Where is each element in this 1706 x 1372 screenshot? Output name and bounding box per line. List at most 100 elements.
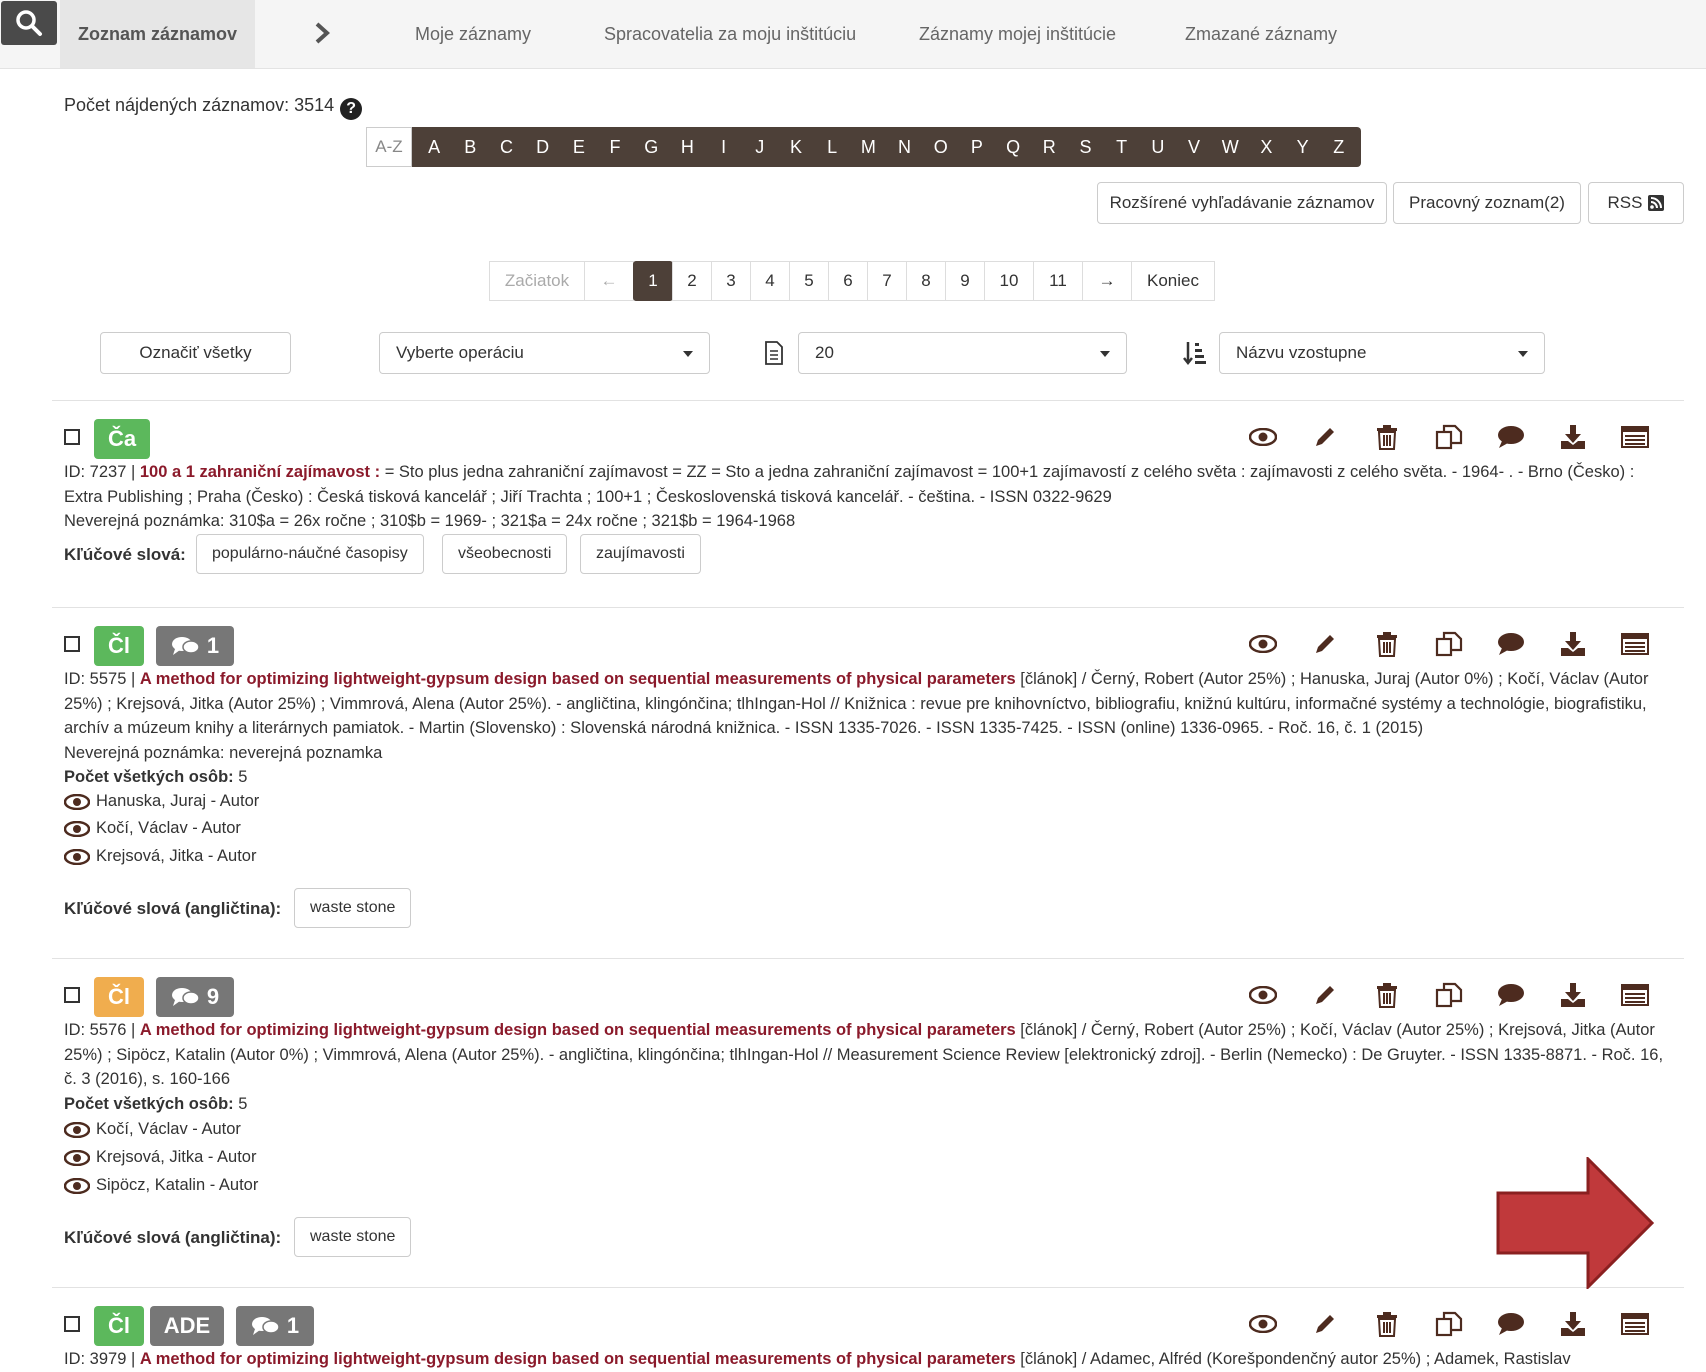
tab-institution-records[interactable]: Záznamy mojej inštitúcie bbox=[919, 24, 1116, 45]
alphabet-letter-g[interactable]: G bbox=[633, 127, 669, 167]
comment-icon[interactable] bbox=[1480, 980, 1542, 1010]
keyword-tag[interactable]: waste stone bbox=[294, 888, 412, 928]
keyword-tag[interactable]: waste stone bbox=[294, 1217, 412, 1257]
alphabet-letter-d[interactable]: D bbox=[525, 127, 561, 167]
record-checkbox[interactable] bbox=[64, 636, 80, 652]
eye-icon[interactable] bbox=[1232, 422, 1294, 452]
alphabet-letter-w[interactable]: W bbox=[1212, 127, 1248, 167]
search-button[interactable] bbox=[1, 1, 57, 45]
trash-icon[interactable] bbox=[1356, 629, 1418, 659]
alphabet-letter-c[interactable]: C bbox=[488, 127, 524, 167]
keyword-tag[interactable]: zaujímavosti bbox=[580, 534, 701, 574]
pencil-icon[interactable] bbox=[1294, 980, 1356, 1010]
alphabet-letter-v[interactable]: V bbox=[1176, 127, 1212, 167]
pager-end[interactable]: Koniec bbox=[1131, 261, 1215, 301]
alphabet-all-button[interactable]: A-Z bbox=[366, 127, 412, 167]
record-checkbox[interactable] bbox=[64, 429, 80, 445]
alphabet-letter-j[interactable]: J bbox=[742, 127, 778, 167]
trash-icon[interactable] bbox=[1356, 422, 1418, 452]
pencil-icon[interactable] bbox=[1294, 629, 1356, 659]
select-all-button[interactable]: Označiť všetky bbox=[100, 332, 291, 374]
alphabet-letter-o[interactable]: O bbox=[923, 127, 959, 167]
comments-badge[interactable]: 9 bbox=[156, 977, 234, 1017]
rss-button[interactable]: RSS bbox=[1588, 182, 1684, 224]
copy-icon[interactable] bbox=[1418, 422, 1480, 452]
download-icon[interactable] bbox=[1542, 980, 1604, 1010]
help-icon[interactable]: ? bbox=[340, 98, 363, 120]
alphabet-letter-b[interactable]: B bbox=[452, 127, 488, 167]
alphabet-letter-s[interactable]: S bbox=[1067, 127, 1103, 167]
pager-page-2[interactable]: 2 bbox=[672, 261, 712, 301]
record-checkbox[interactable] bbox=[64, 1316, 80, 1332]
worklist-button[interactable]: Pracovný zoznam(2) bbox=[1393, 182, 1581, 224]
person-item[interactable]: Sipöcz, Katalin - Autor bbox=[64, 1176, 258, 1195]
alphabet-letter-u[interactable]: U bbox=[1140, 127, 1176, 167]
pager-start[interactable]: Začiatok bbox=[489, 261, 585, 301]
list-icon[interactable] bbox=[1604, 980, 1666, 1010]
person-item[interactable]: Kočí, Václav - Autor bbox=[64, 819, 241, 838]
download-icon[interactable] bbox=[1542, 422, 1604, 452]
pager-page-8[interactable]: 8 bbox=[906, 261, 946, 301]
pager-page-6[interactable]: 6 bbox=[828, 261, 868, 301]
list-icon[interactable] bbox=[1604, 422, 1666, 452]
alphabet-letter-z[interactable]: Z bbox=[1321, 127, 1357, 167]
comment-icon[interactable] bbox=[1480, 422, 1542, 452]
alphabet-letter-m[interactable]: M bbox=[850, 127, 886, 167]
record-title[interactable]: A method for optimizing lightweight-gyps… bbox=[140, 670, 1016, 688]
alphabet-letter-k[interactable]: K bbox=[778, 127, 814, 167]
pager-page-7[interactable]: 7 bbox=[867, 261, 907, 301]
alphabet-letter-h[interactable]: H bbox=[669, 127, 705, 167]
eye-icon[interactable] bbox=[1232, 980, 1294, 1010]
list-icon[interactable] bbox=[1604, 629, 1666, 659]
pager-prev[interactable]: ← bbox=[584, 261, 634, 301]
alphabet-letter-x[interactable]: X bbox=[1248, 127, 1284, 167]
pager-page-4[interactable]: 4 bbox=[750, 261, 790, 301]
alphabet-letter-n[interactable]: N bbox=[886, 127, 922, 167]
tab-deleted-records[interactable]: Zmazané záznamy bbox=[1185, 24, 1337, 45]
person-item[interactable]: Krejsová, Jitka - Autor bbox=[64, 847, 256, 866]
record-title[interactable]: A method for optimizing lightweight-gyps… bbox=[140, 1350, 1016, 1368]
tab-record-list[interactable]: Zoznam záznamov bbox=[60, 0, 255, 68]
pager-page-1[interactable]: 1 bbox=[633, 261, 673, 301]
copy-icon[interactable] bbox=[1418, 629, 1480, 659]
alphabet-letter-e[interactable]: E bbox=[561, 127, 597, 167]
download-icon[interactable] bbox=[1542, 1309, 1604, 1339]
keyword-tag[interactable]: populárno-náučné časopisy bbox=[196, 534, 424, 574]
operation-select[interactable]: Vyberte operáciu bbox=[379, 332, 710, 374]
trash-icon[interactable] bbox=[1356, 1309, 1418, 1339]
pager-page-3[interactable]: 3 bbox=[711, 261, 751, 301]
comment-icon[interactable] bbox=[1480, 629, 1542, 659]
alphabet-letter-t[interactable]: T bbox=[1104, 127, 1140, 167]
comment-icon[interactable] bbox=[1480, 1309, 1542, 1339]
pencil-icon[interactable] bbox=[1294, 422, 1356, 452]
person-item[interactable]: Kočí, Václav - Autor bbox=[64, 1120, 241, 1139]
pager-page-9[interactable]: 9 bbox=[945, 261, 985, 301]
tab-my-records[interactable]: Moje záznamy bbox=[415, 24, 531, 45]
person-item[interactable]: Krejsová, Jitka - Autor bbox=[64, 1148, 256, 1167]
keyword-tag[interactable]: všeobecnosti bbox=[442, 534, 568, 574]
pager-page-5[interactable]: 5 bbox=[789, 261, 829, 301]
alphabet-letter-q[interactable]: Q bbox=[995, 127, 1031, 167]
comments-badge[interactable]: 1 bbox=[156, 626, 234, 666]
trash-icon[interactable] bbox=[1356, 980, 1418, 1010]
sort-select[interactable]: Názvu vzostupne bbox=[1219, 332, 1545, 374]
alphabet-letter-i[interactable]: I bbox=[706, 127, 742, 167]
per-page-select[interactable]: 20 bbox=[798, 332, 1127, 374]
record-title[interactable]: 100 a 1 zahraniční zajímavost : bbox=[140, 463, 380, 481]
pager-page-11[interactable]: 11 bbox=[1033, 261, 1083, 301]
record-checkbox[interactable] bbox=[64, 987, 80, 1003]
person-item[interactable]: Hanuska, Juraj - Autor bbox=[64, 792, 259, 811]
eye-icon[interactable] bbox=[1232, 629, 1294, 659]
list-icon[interactable] bbox=[1604, 1309, 1666, 1339]
record-title[interactable]: A method for optimizing lightweight-gyps… bbox=[140, 1021, 1016, 1039]
alphabet-letter-r[interactable]: R bbox=[1031, 127, 1067, 167]
advanced-search-button[interactable]: Rozšírené vyhľadávanie záznamov bbox=[1097, 182, 1387, 224]
pager-next[interactable]: → bbox=[1082, 261, 1132, 301]
alphabet-letter-p[interactable]: P bbox=[959, 127, 995, 167]
alphabet-letter-y[interactable]: Y bbox=[1285, 127, 1321, 167]
comments-badge[interactable]: 1 bbox=[236, 1306, 314, 1346]
download-icon[interactable] bbox=[1542, 629, 1604, 659]
pencil-icon[interactable] bbox=[1294, 1309, 1356, 1339]
alphabet-letter-l[interactable]: L bbox=[814, 127, 850, 167]
copy-icon[interactable] bbox=[1418, 1309, 1480, 1339]
